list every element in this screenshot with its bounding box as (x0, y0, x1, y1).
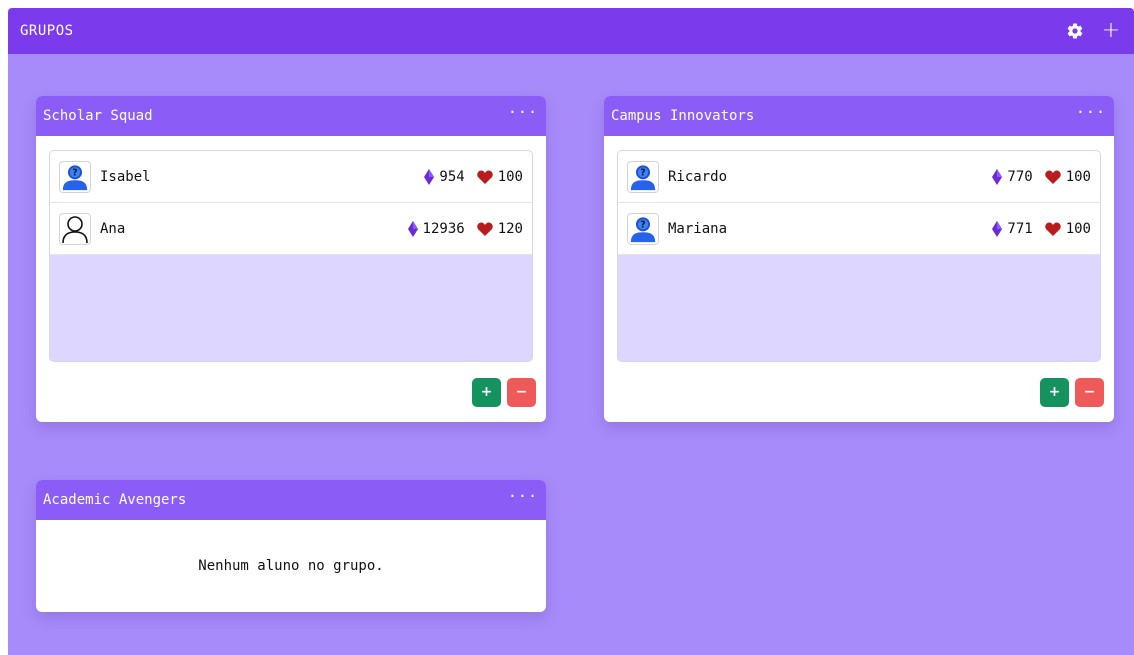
remove-member-button[interactable]: − (1075, 377, 1104, 407)
gem-icon (424, 169, 434, 185)
remove-member-button[interactable]: − (507, 377, 536, 407)
more-options-icon[interactable]: ··· (1076, 105, 1106, 120)
group-title: Academic Avengers (43, 492, 187, 508)
gems-stat: 771 (992, 220, 1033, 237)
heart-icon (1045, 170, 1061, 184)
group-card-academic-avengers: Academic Avengers ··· Nenhum aluno no gr… (36, 480, 546, 612)
more-options-icon[interactable]: ··· (508, 105, 538, 120)
group-footer: + − (36, 362, 546, 422)
gem-icon (992, 221, 1002, 237)
member-row[interactable]: Ana 12936 120 (50, 203, 532, 255)
gem-icon (992, 169, 1002, 185)
hearts-stat: 120 (477, 221, 523, 237)
group-header: Academic Avengers ··· (36, 480, 546, 520)
member-name: Isabel (100, 168, 151, 185)
group-footer: + − (604, 362, 1114, 422)
default-user-avatar-icon (627, 212, 659, 245)
hearts-value: 100 (1065, 220, 1091, 237)
group-title: Campus Innovators (611, 108, 755, 124)
member-list: Ricardo 770 100 Mariana 771 100 (617, 150, 1101, 362)
group-card-scholar-squad: Scholar Squad ··· Isabel 954 100 Ana 129… (36, 96, 546, 422)
gems-value: 954 (439, 168, 465, 185)
member-list: Isabel 954 100 Ana 12936 120 (49, 150, 533, 362)
heart-icon (1045, 222, 1061, 236)
member-name: Mariana (668, 220, 728, 237)
hearts-value: 100 (497, 168, 523, 185)
default-user-avatar-icon (59, 160, 91, 193)
groups-board: Scholar Squad ··· Isabel 954 100 Ana 129… (8, 54, 1134, 655)
member-name: Ana (100, 220, 126, 237)
member-name: Ricardo (668, 168, 728, 185)
hearts-value: 100 (1065, 168, 1091, 185)
gems-value: 771 (1007, 220, 1033, 237)
plus-icon[interactable]: + (1100, 20, 1122, 42)
hearts-stat: 100 (1045, 221, 1091, 237)
group-header: Scholar Squad ··· (36, 96, 546, 136)
hearts-value: 120 (497, 220, 523, 237)
gems-value: 12936 (422, 220, 465, 237)
gear-icon[interactable] (1064, 20, 1086, 42)
add-member-button[interactable]: + (472, 377, 501, 407)
gems-value: 770 (1007, 168, 1033, 185)
gems-stat: 12936 (408, 220, 465, 237)
outline-user-avatar-icon (59, 212, 91, 245)
gems-stat: 954 (424, 168, 465, 185)
topbar-actions: + (1064, 20, 1122, 42)
group-header: Campus Innovators ··· (604, 96, 1114, 136)
group-card-campus-innovators: Campus Innovators ··· Ricardo 770 100 Ma… (604, 96, 1114, 422)
member-row[interactable]: Isabel 954 100 (50, 151, 532, 203)
hearts-stat: 100 (1045, 169, 1091, 185)
member-row[interactable]: Mariana 771 100 (618, 203, 1100, 255)
empty-group-message: Nenhum aluno no grupo. (198, 558, 384, 574)
gems-stat: 770 (992, 168, 1033, 185)
heart-icon (477, 222, 493, 236)
top-bar: GRUPOS + (8, 8, 1134, 54)
hearts-stat: 100 (477, 169, 523, 185)
default-user-avatar-icon (627, 160, 659, 193)
add-member-button[interactable]: + (1040, 377, 1069, 407)
heart-icon (477, 170, 493, 184)
member-row[interactable]: Ricardo 770 100 (618, 151, 1100, 203)
more-options-icon[interactable]: ··· (508, 489, 538, 504)
page-title: GRUPOS (20, 23, 74, 39)
gem-icon (408, 221, 418, 237)
group-title: Scholar Squad (43, 108, 153, 124)
